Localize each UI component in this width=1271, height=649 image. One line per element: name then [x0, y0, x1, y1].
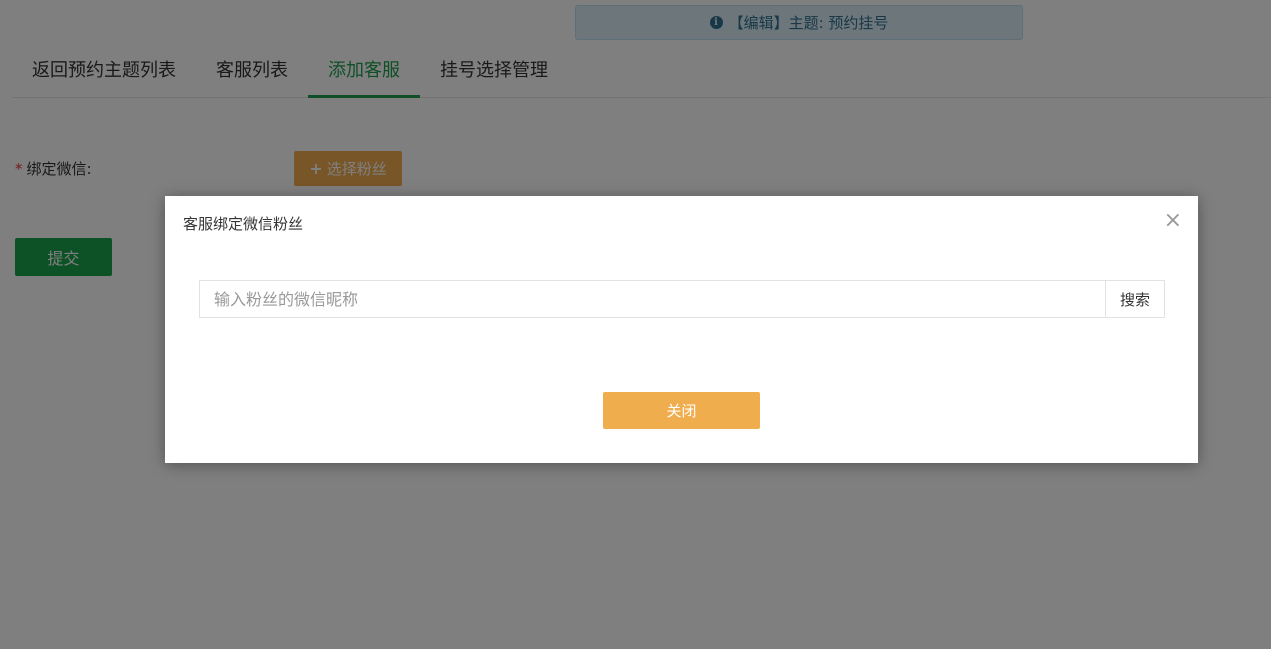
search-button[interactable]: 搜索: [1105, 280, 1165, 318]
bind-fans-modal: 客服绑定微信粉丝 × 搜索 关闭: [165, 196, 1198, 463]
search-group: 搜索: [199, 280, 1165, 318]
close-button[interactable]: 关闭: [603, 392, 760, 429]
close-icon[interactable]: ×: [1164, 210, 1182, 232]
search-input[interactable]: [199, 280, 1105, 318]
page: i 【编辑】主题: 预约挂号 返回预约主题列表 客服列表 添加客服 挂号选择管理…: [0, 0, 1271, 649]
modal-title: 客服绑定微信粉丝: [183, 215, 304, 233]
